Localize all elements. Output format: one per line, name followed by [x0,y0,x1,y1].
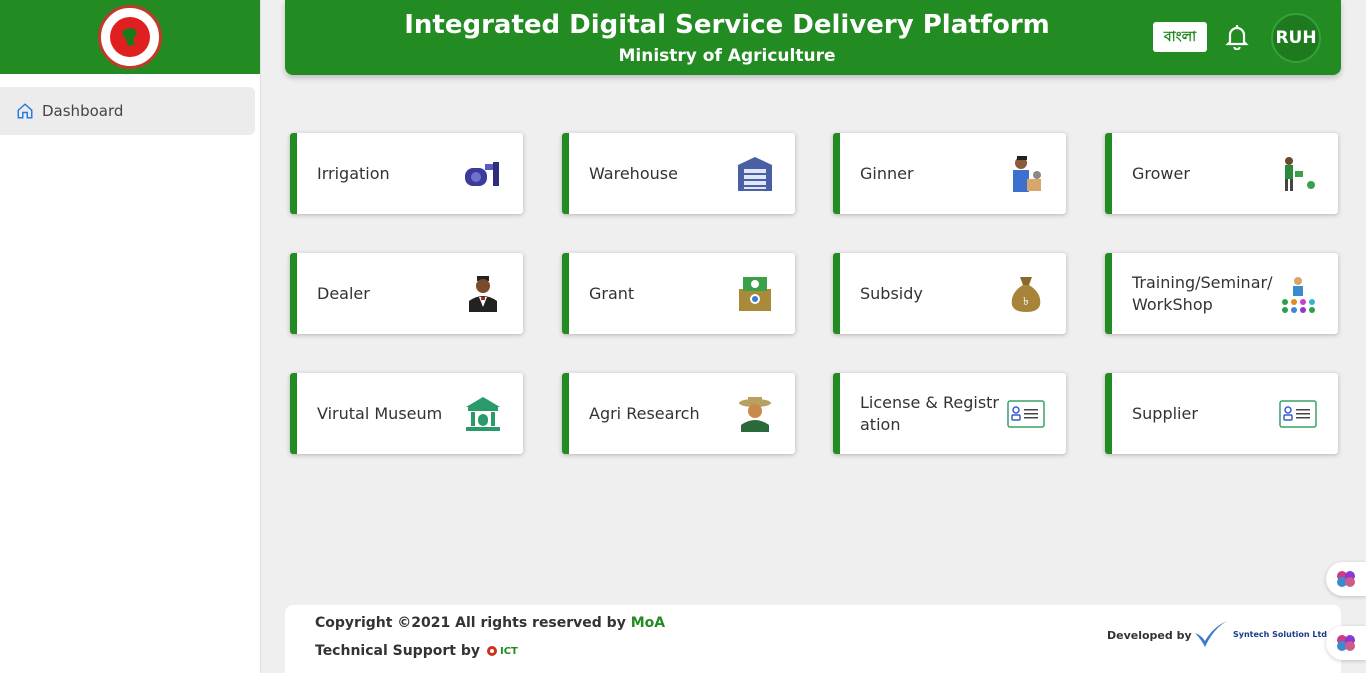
developer-logo[interactable]: Syntech Solution Ltd. [1193,619,1330,649]
card-warehouse[interactable]: Warehouse [562,133,795,214]
brain-icon [1337,635,1355,651]
sidebar-item-dashboard[interactable]: Dashboard [0,87,255,135]
museum-icon [463,394,503,434]
user-avatar[interactable]: RUH [1271,13,1321,63]
card-label: Warehouse [589,163,678,183]
floating-assistant-button[interactable] [1326,562,1366,596]
card-supplier[interactable]: Supplier [1105,373,1338,454]
app-header: Integrated Digital Service Delivery Plat… [285,0,1341,75]
logo-emblem [110,17,150,57]
card-ginner[interactable]: Ginner [833,133,1066,214]
support-label: Technical Support by [315,643,480,659]
dealer-person-icon [463,274,503,314]
developed-by-label: Developed by [1107,629,1192,642]
card-grant[interactable]: Grant [562,253,795,334]
page-footer: Copyright ©2021 All rights reserved by M… [285,605,1341,673]
sidebar-item-label: Dashboard [42,102,124,120]
card-label: Agri Research [589,403,700,423]
card-label: Supplier [1132,403,1198,423]
card-label: Grant [589,283,635,303]
page-title: Integrated Digital Service Delivery Plat… [404,10,1050,40]
card-label: License & Registration [860,392,999,434]
card-agri-research[interactable]: Agri Research [562,373,795,454]
copyright-prefix: Copyright ©2021 All rights reserved by [315,615,631,631]
card-label: Irrigation [317,163,390,183]
ginner-worker-icon [1006,154,1046,194]
ict-logo[interactable]: ICT [486,645,518,657]
copyright-brand-link[interactable]: MoA [631,615,665,631]
card-subsidy[interactable]: Subsidy ৳ [833,253,1066,334]
water-pump-icon [463,154,503,194]
svg-text:৳: ৳ [1023,295,1028,308]
developer-name: Syntech Solution Ltd. [1233,629,1331,639]
card-dealer[interactable]: Dealer [290,253,523,334]
card-label: Dealer [317,283,370,303]
page-subtitle: Ministry of Agriculture [618,46,836,66]
logo-bar [0,0,260,74]
ict-emblem-icon [486,646,497,656]
card-license-registration[interactable]: License & Registration [833,373,1066,454]
brain-icon [1337,571,1355,587]
card-label: Virutal Museum [317,403,443,423]
id-card-icon [1006,394,1046,434]
copyright-text: Copyright ©2021 All rights reserved by M… [315,615,665,631]
home-icon [17,103,33,119]
farmer-icon [735,394,775,434]
card-irrigation[interactable]: Irrigation [290,133,523,214]
notification-bell-icon[interactable] [1225,22,1249,54]
watering-plant-icon [1278,154,1318,194]
card-grower[interactable]: Grower [1105,133,1338,214]
warehouse-icon [735,154,775,194]
card-label: Subsidy [860,283,923,303]
card-training-seminar-workshop[interactable]: Training/Seminar/WorkShop [1105,253,1338,334]
ict-logo-text: ICT [499,645,518,657]
language-toggle-button[interactable]: বাংলা [1153,22,1207,52]
card-label: Ginner [860,163,914,183]
grant-money-icon [735,274,775,314]
id-card-icon [1278,394,1318,434]
card-virtual-museum[interactable]: Virutal Museum [290,373,523,454]
syntech-check-icon [1195,621,1227,647]
technical-support: Technical Support by ICT [315,643,518,659]
government-logo[interactable] [98,5,162,69]
sidebar: Dashboard [0,0,261,673]
money-bag-icon: ৳ [1006,274,1046,314]
card-label: Grower [1132,163,1190,183]
training-group-icon [1278,274,1318,314]
card-label: Training/Seminar/WorkShop [1132,272,1273,314]
floating-assistant-button-secondary[interactable] [1326,626,1366,660]
